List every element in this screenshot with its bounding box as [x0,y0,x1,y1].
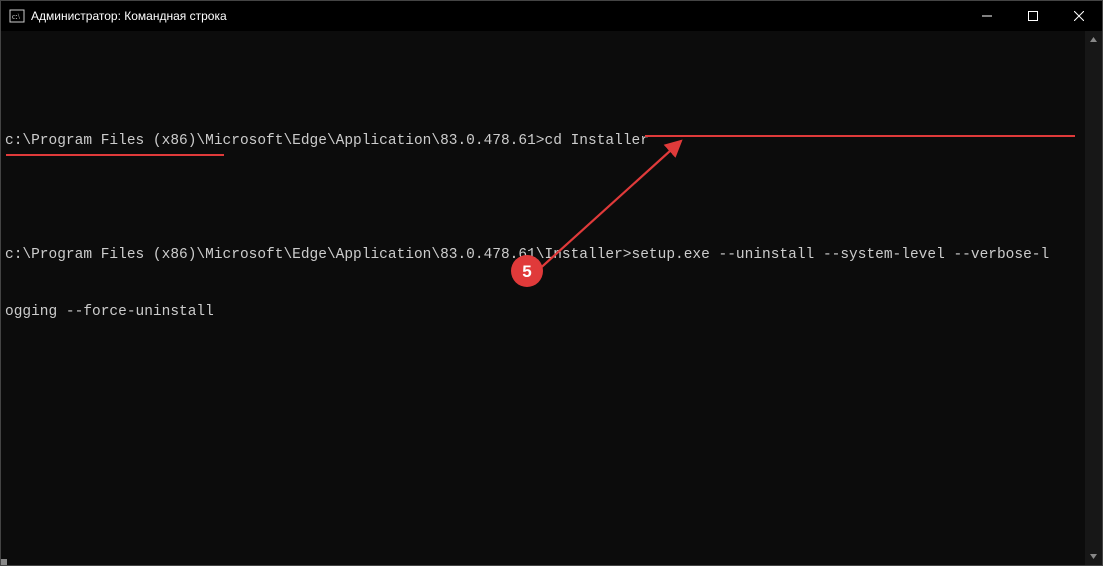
underline-annotation [645,135,1075,137]
window-title: Администратор: Командная строка [31,9,964,23]
window-controls [964,1,1102,31]
svg-text:c:\: c:\ [12,12,21,21]
step-badge-5: 5 [511,255,543,287]
minimize-button[interactable] [964,1,1010,31]
titlebar[interactable]: c:\ Администратор: Командная строка [1,1,1102,31]
terminal-output[interactable]: c:\Program Files (x86)\Microsoft\Edge\Ap… [1,31,1102,565]
vertical-scrollbar[interactable] [1085,31,1102,565]
command-1: cd Installer [545,133,649,149]
command-2b: ogging --force-uninstall [5,304,214,320]
command-2a: setup.exe --uninstall --system-level --v… [632,247,1050,263]
cmd-icon: c:\ [9,8,25,24]
scroll-down-icon[interactable] [1085,548,1102,565]
terminal-content: c:\Program Files (x86)\Microsoft\Edge\Ap… [5,37,1094,360]
prompt-1: c:\Program Files (x86)\Microsoft\Edge\Ap… [5,133,545,149]
scroll-up-icon[interactable] [1085,31,1102,48]
badge-number: 5 [522,262,531,281]
close-button[interactable] [1056,1,1102,31]
cmd-window: c:\ Администратор: Командная строка c:\P… [0,0,1103,566]
corner-mark [1,559,7,565]
underline-annotation [6,154,224,156]
maximize-button[interactable] [1010,1,1056,31]
